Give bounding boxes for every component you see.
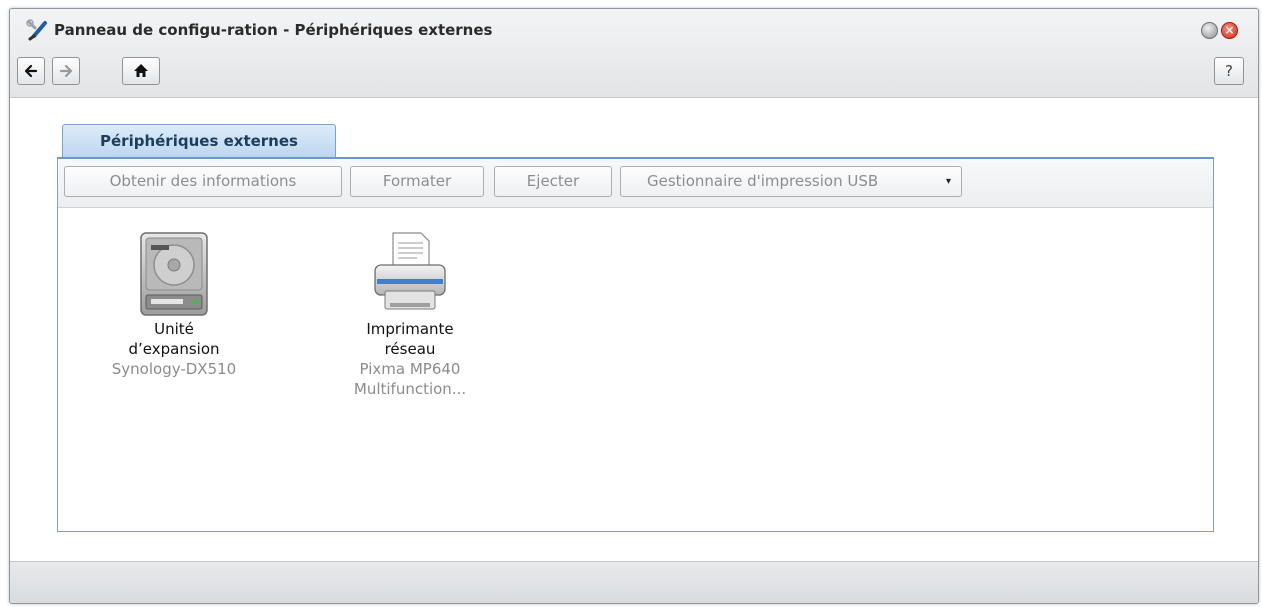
tab-external-devices[interactable]: Périphériques externes <box>62 124 336 158</box>
device-name-line2: d’expansion <box>128 340 220 358</box>
device-network-printer[interactable]: Imprimante réseau Pixma MP640 Multifunct… <box>325 229 495 399</box>
title-bar: Panneau de configu-ration - Périphérique… <box>10 9 1258 98</box>
device-name-line1: Unité <box>154 320 194 338</box>
home-button[interactable] <box>122 57 160 85</box>
device-name-line2: réseau <box>384 340 436 358</box>
window-title: Panneau de configu-ration - Périphérique… <box>54 21 493 39</box>
arrow-right-icon <box>59 64 73 78</box>
printer-icon <box>374 232 446 310</box>
minimize-button[interactable] <box>1201 22 1218 39</box>
control-panel-window: Panneau de configu-ration - Périphérique… <box>9 8 1259 604</box>
close-button[interactable]: × <box>1221 22 1238 39</box>
home-icon <box>134 64 148 77</box>
hard-drive-icon <box>140 232 208 316</box>
chevron-down-icon: ▾ <box>945 176 951 187</box>
arrow-left-icon <box>24 64 38 78</box>
back-button[interactable] <box>17 57 45 85</box>
status-bar <box>10 561 1258 603</box>
get-info-button[interactable]: Obtenir des informations <box>64 166 342 197</box>
usb-print-manager-dropdown[interactable]: Gestionnaire d'impression USB ▾ <box>620 166 962 197</box>
eject-button[interactable]: Ejecter <box>494 166 612 197</box>
forward-button[interactable] <box>52 57 80 85</box>
format-button[interactable]: Formater <box>350 166 484 197</box>
device-model-line1: Synology-DX510 <box>111 360 237 378</box>
toolbar: Obtenir des informations Formater Ejecte… <box>58 159 1213 208</box>
devices-panel: Obtenir des informations Formater Ejecte… <box>57 157 1214 532</box>
device-name-line1: Imprimante <box>366 320 454 338</box>
device-expansion-unit[interactable]: Unité d’expansion Synology-DX510 <box>89 229 259 379</box>
device-model-line1: Pixma MP640 <box>359 360 461 378</box>
usb-print-manager-label: Gestionnaire d'impression USB <box>647 172 879 190</box>
help-button[interactable]: ? <box>1214 57 1244 85</box>
device-model-line2: Multifunction... <box>353 380 467 398</box>
wrench-screwdriver-icon <box>26 19 47 41</box>
content-area: Périphériques externes Obtenir des infor… <box>10 98 1258 561</box>
